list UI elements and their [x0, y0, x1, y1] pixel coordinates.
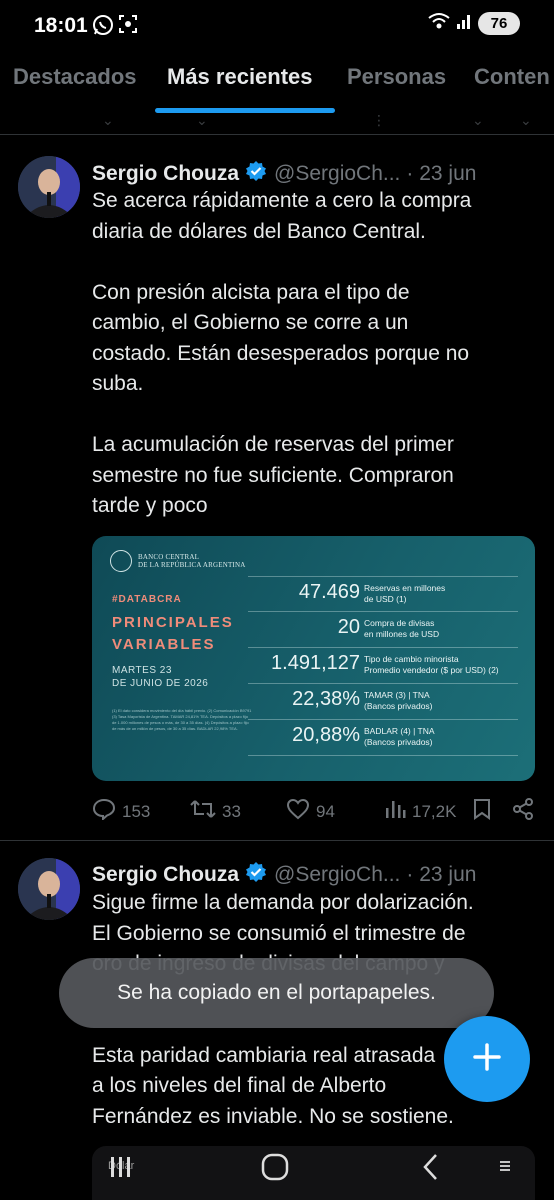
variable-row: 22,38% TAMAR (3) | TNA (Bancos privados) — [248, 684, 518, 720]
card-title: PRINCIPALES VARIABLES — [112, 614, 234, 653]
signal-icon — [456, 12, 472, 35]
plus-icon — [472, 1042, 502, 1077]
clipboard-toast: Se ha copiado en el portapapeles. — [59, 958, 494, 1028]
reply-icon — [92, 798, 116, 825]
status-right: 76 — [428, 12, 520, 35]
variable-row: 20,88% BADLAR (4) | TNA (Bancos privados… — [248, 720, 518, 756]
status-time: 18:01 — [34, 14, 88, 37]
compose-button[interactable] — [444, 1016, 530, 1102]
system-navigation-bar: Dólar — [92, 1146, 535, 1200]
verified-badge-icon — [245, 160, 267, 188]
status-bar: 18:01 76 — [0, 0, 554, 54]
bcra-logo-icon — [110, 550, 132, 572]
battery-indicator: 76 — [478, 12, 520, 35]
tweet-image-card[interactable]: BANCO CENTRAL DE LA REPÚBLICA ARGENTINA … — [92, 536, 535, 781]
bank-name: BANCO CENTRAL DE LA REPÚBLICA ARGENTINA — [138, 553, 246, 569]
bookmark-icon: ⌄ — [472, 112, 484, 128]
tab-destacados[interactable]: Destacados — [13, 64, 137, 90]
share-icon: ⌄ — [520, 112, 532, 128]
tweet-header: Sergio Chouza @SergioCh... · 23 jun — [92, 861, 476, 889]
tab-bar: Destacados Más recientes Personas Conten — [0, 56, 554, 112]
card-date: MARTES 23 DE JUNIO DE 2026 — [112, 665, 209, 689]
heart-icon — [286, 798, 310, 825]
reply-count: 153 — [122, 801, 151, 821]
back-icon[interactable] — [420, 1152, 440, 1187]
author-name[interactable]: Sergio Chouza — [92, 162, 239, 186]
divider — [0, 840, 554, 841]
tab-contenido[interactable]: Conten — [474, 64, 550, 90]
reply-button[interactable]: 153 — [92, 798, 150, 825]
retweet-count: 33 — [222, 801, 241, 821]
share-button[interactable] — [512, 798, 534, 825]
recent-apps-icon[interactable] — [108, 1152, 134, 1187]
views-icon — [384, 798, 406, 825]
like-button[interactable]: 94 — [286, 798, 335, 825]
variable-value: 20,88% — [292, 724, 360, 746]
card-notes: (1) El dato considera movimiento del día… — [112, 708, 252, 731]
home-icon[interactable] — [260, 1152, 290, 1187]
views-icon: ⋮ — [372, 112, 386, 128]
author-name[interactable]: Sergio Chouza — [92, 863, 239, 887]
variable-value: 22,38% — [292, 688, 360, 710]
whatsapp-icon — [92, 14, 114, 41]
tweet-date[interactable]: · 23 jun — [406, 863, 476, 887]
verified-badge-icon — [245, 861, 267, 889]
views-count: 17,2K — [412, 801, 457, 821]
tab-personas[interactable]: Personas — [347, 64, 446, 90]
views-button[interactable]: 17,2K — [384, 798, 456, 825]
avatar[interactable] — [18, 156, 80, 218]
keyboard-menu-icon[interactable] — [498, 1156, 512, 1181]
reply-icon: ⌄ — [102, 112, 114, 128]
retweet-icon: ⌄ — [196, 112, 208, 128]
variable-row: 1.491,127 Tipo de cambio minorista Prome… — [248, 648, 518, 684]
variable-value: 47.469 — [298, 581, 360, 603]
retweet-button[interactable]: 33 — [190, 798, 241, 825]
screenshot-icon — [118, 14, 138, 39]
variable-label: Reservas en millones de USD (1) — [364, 583, 446, 604]
tweet-date[interactable]: · 23 jun — [406, 162, 476, 186]
variable-value: 20 — [337, 616, 360, 638]
bookmark-icon — [472, 798, 492, 825]
tweet-text: Se acerca rápidamente a cero la compra d… — [92, 189, 472, 517]
hotspot-icon — [428, 12, 450, 35]
author-handle[interactable]: @SergioCh... — [274, 162, 400, 186]
variable-label: TAMAR (3) | TNA (Bancos privados) — [364, 690, 433, 711]
divider — [0, 134, 554, 135]
retweet-icon — [190, 798, 216, 825]
variable-label: Tipo de cambio minorista Promedio vended… — [364, 654, 499, 675]
variable-label: BADLAR (4) | TNA (Bancos privados) — [364, 726, 435, 747]
variable-label: Compra de divisas en millones de USD — [364, 618, 440, 639]
tweet-header: Sergio Chouza @SergioCh... · 23 jun — [92, 160, 476, 188]
tab-mas-recientes[interactable]: Más recientes — [167, 64, 313, 90]
author-handle[interactable]: @SergioCh... — [274, 863, 400, 887]
like-count: 94 — [316, 801, 335, 821]
variable-value: 1.491,127 — [271, 652, 360, 674]
avatar[interactable] — [18, 858, 80, 920]
previous-tweet-actions: ⌄ ⌄ ⋮ ⌄ ⌄ — [0, 112, 554, 130]
variable-row: 47.469 Reservas en millones de USD (1) — [248, 576, 518, 612]
bookmark-button[interactable] — [472, 798, 492, 825]
tweet-actions: 153 33 94 17,2K — [92, 796, 542, 826]
variable-row: 20 Compra de divisas en millones de USD — [248, 612, 518, 648]
share-icon — [512, 798, 534, 825]
card-tag: #DATABCRA — [112, 594, 182, 605]
